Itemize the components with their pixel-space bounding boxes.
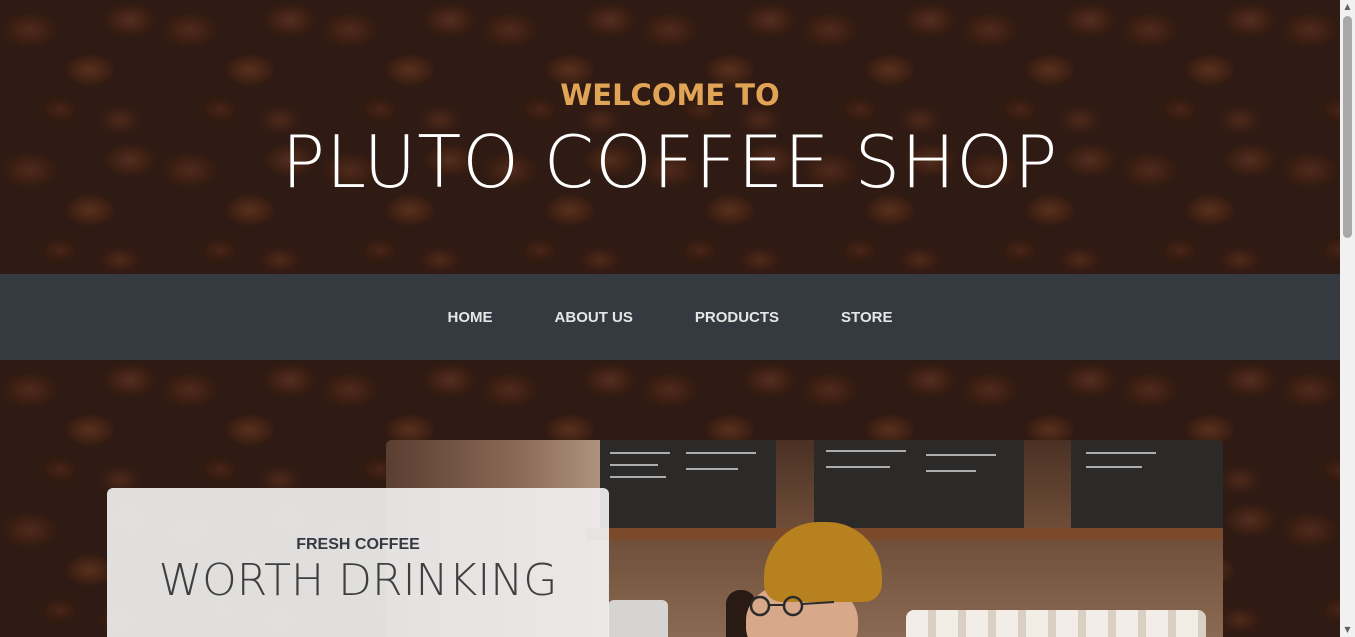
chalk-line xyxy=(610,476,666,478)
site-header: WELCOME TO PLUTO COFFEE SHOP xyxy=(0,0,1340,274)
nav-item-home[interactable]: HOME xyxy=(417,309,524,326)
chalk-line xyxy=(926,470,976,472)
vertical-scrollbar[interactable]: ▲ ▼ xyxy=(1340,0,1355,637)
cups xyxy=(906,610,1206,637)
nav-item-products[interactable]: PRODUCTS xyxy=(664,309,810,326)
chalk-line xyxy=(610,452,670,454)
nav-item-about-us[interactable]: ABOUT US xyxy=(524,309,664,326)
chalk-line xyxy=(686,468,738,470)
scrollbar-thumb[interactable] xyxy=(1343,16,1352,238)
shelf xyxy=(586,528,1223,540)
chalk-line xyxy=(1086,466,1142,468)
chalk-line xyxy=(1086,452,1156,454)
chalk-line xyxy=(686,452,756,454)
glasses-icon xyxy=(749,595,835,617)
intro-card: FRESH COFFEE WORTH DRINKING xyxy=(107,488,609,637)
nav-item-store[interactable]: STORE xyxy=(810,309,923,326)
scroll-down-arrow-icon[interactable]: ▼ xyxy=(1340,623,1355,637)
chalk-line xyxy=(926,454,996,456)
page: WELCOME TO PLUTO COFFEE SHOP HOME ABOUT … xyxy=(0,0,1355,637)
nav-list: HOME ABOUT US PRODUCTS STORE xyxy=(0,274,1340,360)
intro-heading: WORTH DRINKING xyxy=(158,555,558,606)
chalk-line xyxy=(610,464,658,466)
main-navbar: HOME ABOUT US PRODUCTS STORE xyxy=(0,274,1340,360)
intro-subheading: FRESH COFFEE xyxy=(296,536,420,553)
welcome-text: WELCOME TO xyxy=(560,78,780,112)
chalk-line xyxy=(826,450,906,452)
chalk-line xyxy=(826,466,890,468)
scroll-up-arrow-icon[interactable]: ▲ xyxy=(1340,0,1355,14)
espresso-machine xyxy=(608,600,668,637)
site-title: PLUTO COFFEE SHOP xyxy=(281,120,1059,204)
